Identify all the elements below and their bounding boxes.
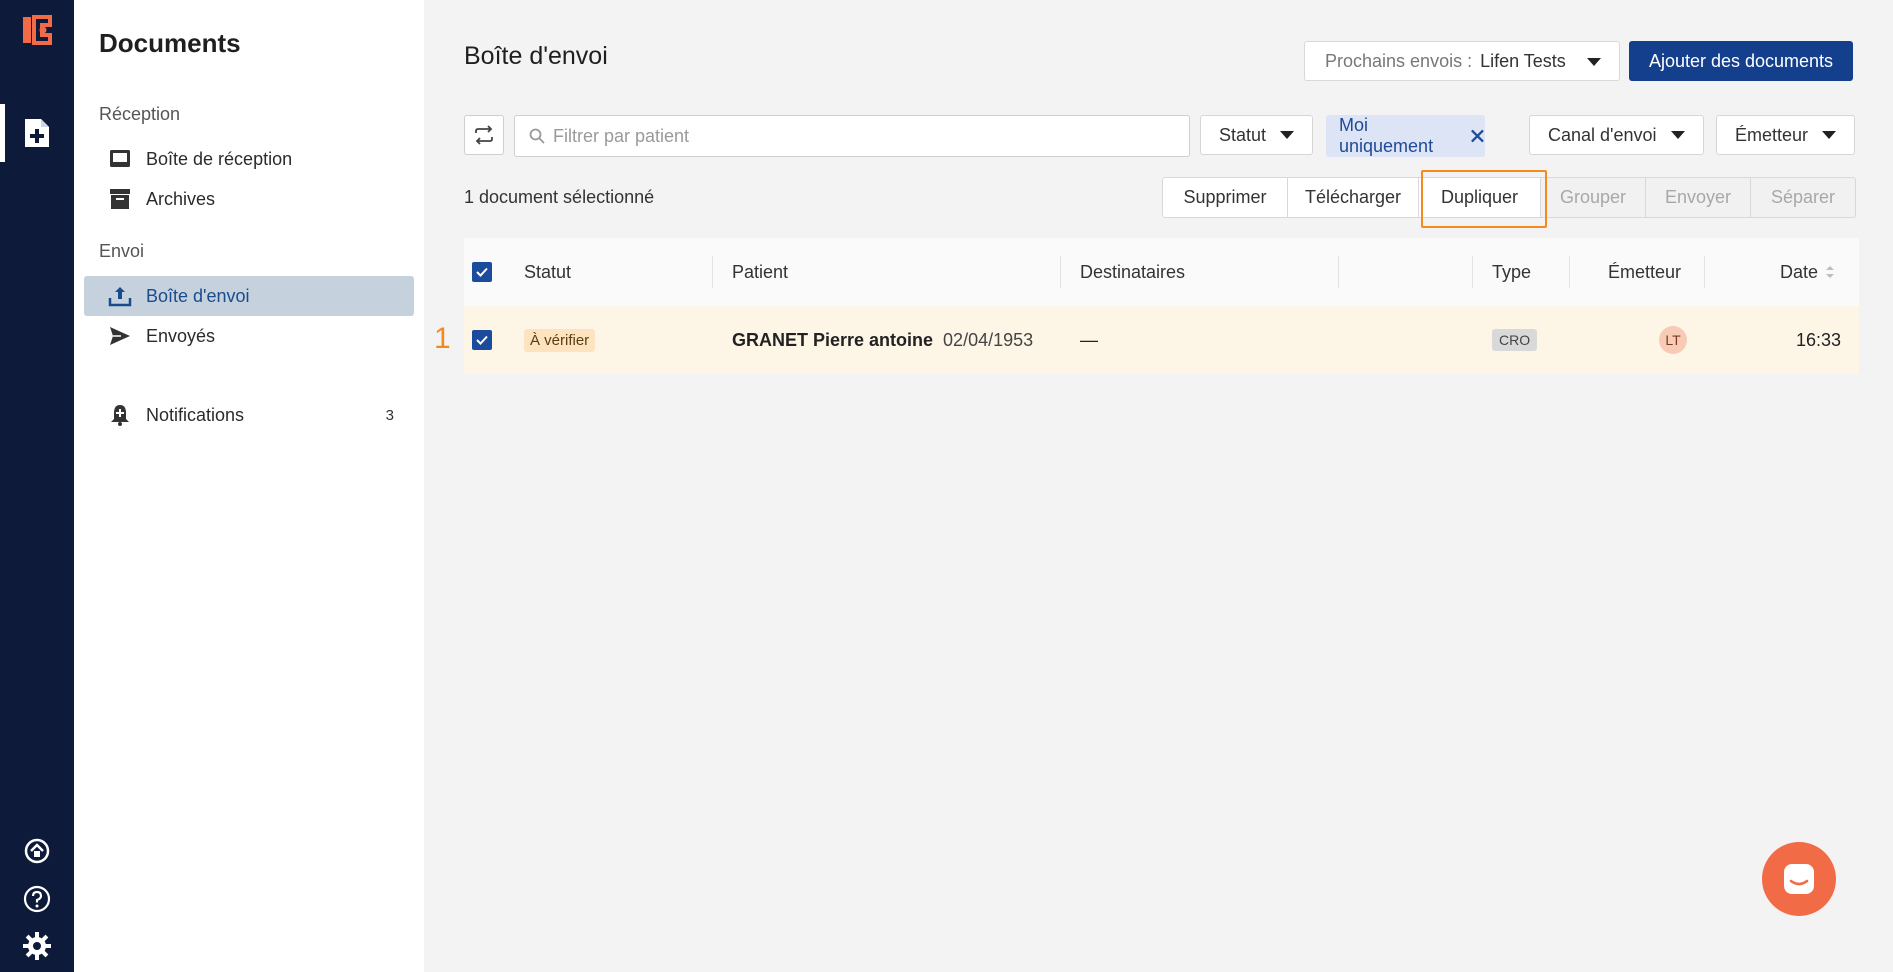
sidebar-item-label: Notifications: [146, 404, 245, 425]
add-documents-button[interactable]: Ajouter des documents: [1629, 41, 1853, 81]
next-sends-dropdown[interactable]: Prochains envois : Lifen Tests: [1304, 41, 1620, 81]
row-date-cell: 16:33: [1796, 329, 1842, 350]
close-icon[interactable]: [1470, 128, 1485, 144]
rail-active-indicator: [0, 104, 5, 162]
main-content: Boîte d'envoi Prochains envois : Lifen T…: [424, 0, 1893, 972]
col-status[interactable]: Statut: [524, 238, 571, 306]
next-sends-value: Lifen Tests: [1480, 50, 1566, 71]
split-button[interactable]: Séparer: [1750, 177, 1856, 218]
duplicate-highlight-box: [1421, 170, 1547, 228]
search-input[interactable]: [553, 125, 1153, 147]
patient-dob: 02/04/1953: [943, 329, 1034, 350]
column-divider: [1472, 256, 1473, 288]
patient-search[interactable]: [514, 115, 1190, 157]
sidebar-item-label: Archives: [146, 188, 216, 209]
me-only-label: Moi uniquement: [1339, 115, 1434, 156]
status-filter-label: Statut: [1219, 124, 1267, 145]
col-patient[interactable]: Patient: [732, 238, 788, 306]
column-divider: [712, 256, 713, 288]
status-filter[interactable]: Statut: [1200, 115, 1314, 155]
send-button[interactable]: Envoyer: [1645, 177, 1751, 218]
document-add-icon: [25, 119, 49, 147]
sync-icon[interactable]: [22, 836, 52, 866]
col-date-label: Date: [1780, 261, 1819, 282]
sidebar-item-label: Boîte de réception: [146, 148, 293, 169]
col-type[interactable]: Type: [1492, 238, 1531, 306]
sidebar-item-sent[interactable]: Envoyés: [84, 316, 414, 356]
table-header: Statut Patient Destinataires Type Émette…: [464, 238, 1859, 306]
sidebar-item-archives[interactable]: Archives: [84, 179, 414, 219]
row-recipients-cell: —: [1080, 329, 1098, 350]
paper-plane-icon: [110, 327, 130, 345]
me-only-filter-chip[interactable]: Moi uniquement: [1326, 115, 1485, 157]
chat-launcher-button[interactable]: [1762, 842, 1836, 916]
checkbox: [472, 262, 492, 282]
row-patient-cell: GRANET Pierre antoine 02/04/1953: [732, 306, 1033, 374]
next-sends-label: Prochains envois :: [1325, 50, 1473, 71]
notifications-count: 3: [385, 406, 394, 424]
check-icon: [476, 267, 488, 277]
inbox-icon: [110, 150, 130, 167]
row-status-cell: À vérifier: [524, 306, 596, 374]
download-button[interactable]: Télécharger: [1287, 177, 1419, 218]
search-icon: [529, 128, 545, 144]
channel-filter-label: Canal d'envoi: [1548, 124, 1657, 145]
col-recipients[interactable]: Destinataires: [1080, 238, 1185, 306]
column-divider: [1338, 256, 1339, 288]
col-sender[interactable]: Émetteur: [1608, 238, 1681, 306]
status-badge: À vérifier: [524, 328, 596, 352]
chat-icon: [1784, 864, 1814, 894]
refresh-button[interactable]: [464, 115, 504, 155]
select-all-checkbox[interactable]: [472, 238, 492, 306]
checkbox: [472, 330, 492, 350]
archive-box-icon: [110, 189, 130, 209]
step-1-label: 1: [434, 322, 451, 355]
sidebar-item-label: Envoyés: [146, 325, 216, 346]
swap-arrows-icon: [475, 125, 493, 145]
settings-gear-icon[interactable]: [22, 931, 52, 961]
group-button[interactable]: Grouper: [1540, 177, 1646, 218]
sidebar-item-outbox[interactable]: Boîte d'envoi: [84, 276, 414, 316]
bell-icon: [111, 405, 129, 426]
sender-filter-label: Émetteur: [1735, 124, 1809, 145]
row-type-cell: CRO: [1492, 306, 1538, 374]
caret-down-icon: [1280, 131, 1295, 139]
table-row[interactable]: À vérifier GRANET Pierre antoine 02/04/1…: [464, 306, 1859, 374]
sidebar-title: Documents: [99, 28, 241, 58]
avatar: LT: [1659, 326, 1687, 354]
caret-down-icon: [1587, 58, 1601, 66]
sidebar-item-inbox[interactable]: Boîte de réception: [84, 139, 414, 179]
page-title: Boîte d'envoi: [464, 42, 608, 70]
sender-filter[interactable]: Émetteur: [1716, 115, 1856, 155]
section-envoi: Envoi: [99, 241, 145, 261]
delete-button[interactable]: Supprimer: [1162, 177, 1288, 218]
column-divider: [1704, 256, 1705, 288]
row-sender-cell: LT: [1659, 306, 1687, 374]
help-icon[interactable]: [22, 884, 52, 914]
column-divider: [1060, 256, 1061, 288]
app-rail: [0, 0, 74, 972]
col-date[interactable]: Date: [1780, 238, 1836, 306]
upload-tray-icon: [108, 287, 132, 307]
row-checkbox[interactable]: [472, 306, 492, 374]
selection-count: 1 document sélectionné: [464, 187, 655, 207]
section-reception: Réception: [99, 104, 181, 124]
sort-icon: [1826, 266, 1835, 278]
rail-documents-item[interactable]: [0, 104, 74, 162]
sidebar-item-label: Boîte d'envoi: [146, 285, 250, 306]
sidebar-item-notifications[interactable]: Notifications 3: [84, 395, 414, 435]
patient-name: GRANET Pierre antoine: [732, 329, 934, 350]
documents-sidebar: Documents Réception Boîte de réception A…: [74, 0, 424, 972]
caret-down-icon: [1822, 131, 1837, 139]
check-icon: [476, 335, 488, 345]
caret-down-icon: [1670, 131, 1685, 139]
channel-filter[interactable]: Canal d'envoi: [1529, 115, 1704, 155]
lifen-logo[interactable]: [22, 15, 52, 45]
column-divider: [1569, 256, 1570, 288]
type-badge: CRO: [1492, 329, 1538, 351]
